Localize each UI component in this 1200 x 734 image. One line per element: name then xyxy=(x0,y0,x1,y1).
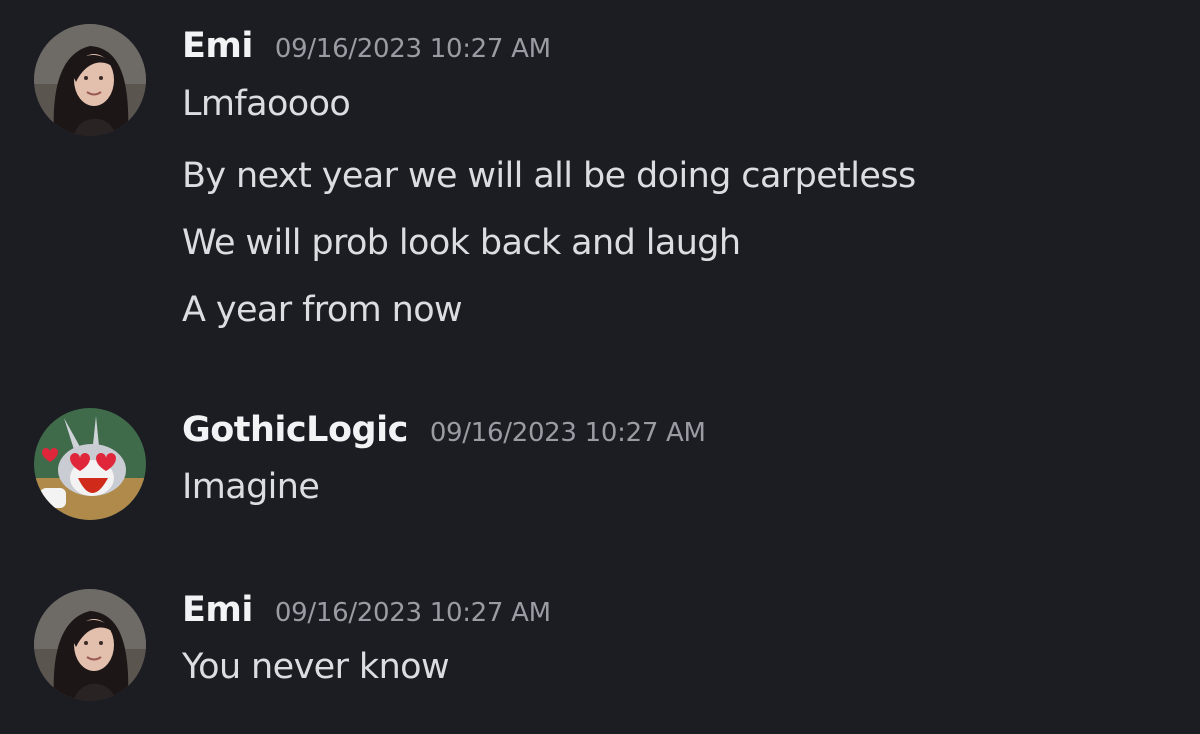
woman-portrait-avatar-icon xyxy=(34,24,146,136)
message-header: Emi 09/16/2023 10:27 AM xyxy=(182,26,551,66)
user-avatar[interactable] xyxy=(34,408,146,520)
timestamp: 09/16/2023 10:27 AM xyxy=(429,418,706,448)
timestamp: 09/16/2023 10:27 AM xyxy=(274,34,551,64)
message-text: Lmfaoooo xyxy=(182,84,351,124)
message-text: We will prob look back and laugh xyxy=(182,223,741,263)
chat-message-list: Emi 09/16/2023 10:27 AM Lmfaoooo By next … xyxy=(0,0,1200,734)
username[interactable]: Emi xyxy=(182,590,253,630)
username[interactable]: Emi xyxy=(182,26,253,66)
message-text: By next year we will all be doing carpet… xyxy=(182,156,916,196)
message-header: Emi 09/16/2023 10:27 AM xyxy=(182,590,551,630)
woman-portrait-avatar-icon xyxy=(34,589,146,701)
bugs-bunny-heart-eyes-avatar-icon xyxy=(34,408,146,520)
message-text: Imagine xyxy=(182,467,320,507)
message-text: A year from now xyxy=(182,290,463,330)
username[interactable]: GothicLogic xyxy=(182,410,408,450)
message-header: GothicLogic 09/16/2023 10:27 AM xyxy=(182,410,706,450)
user-avatar[interactable] xyxy=(34,24,146,136)
timestamp: 09/16/2023 10:27 AM xyxy=(274,598,551,628)
user-avatar[interactable] xyxy=(34,589,146,701)
message-text: You never know xyxy=(182,647,450,687)
